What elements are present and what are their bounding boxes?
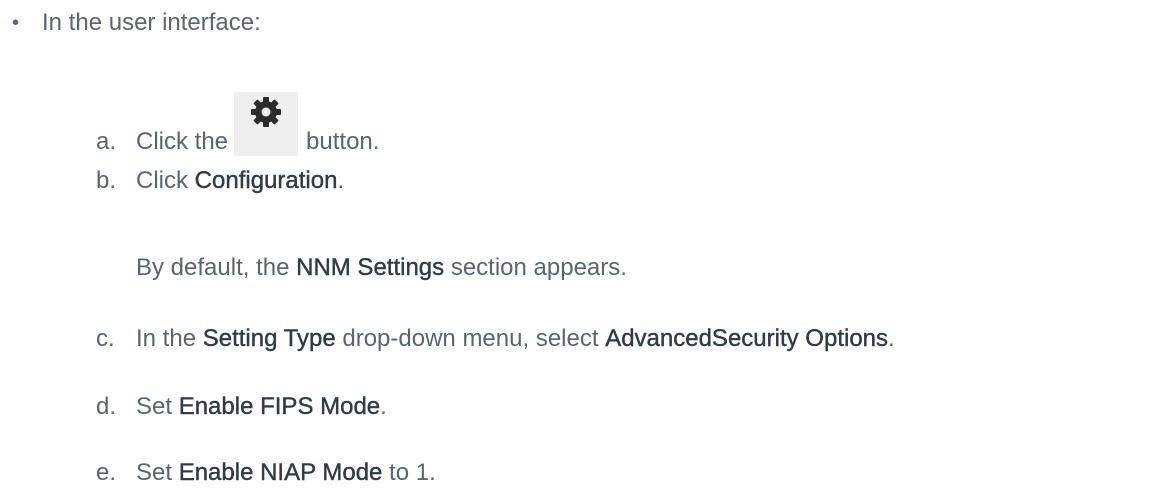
- step-text-after: to 1.: [382, 459, 436, 486]
- bullet-item: • In the user interface:: [12, 6, 261, 40]
- step-letter: e.: [96, 459, 117, 486]
- step-b-note: By default, the NNM Settings section app…: [136, 254, 627, 288]
- step-letter: b.: [96, 167, 117, 194]
- ui-term-configuration: Configuration: [194, 167, 338, 194]
- step-letter: c.: [96, 325, 115, 352]
- step-text: Click the: [136, 128, 229, 155]
- step-d: d. Set Enable FIPS Mode.: [96, 390, 387, 424]
- bullet-marker: •: [12, 11, 20, 34]
- step-letter: a.: [96, 128, 117, 155]
- step-text-middle: drop-down menu, select: [335, 325, 606, 352]
- ui-term-advanced-security-options: AdvancedSecurity Options: [605, 325, 889, 352]
- step-text: Set: [136, 393, 179, 420]
- ui-term-nnm-settings: NNM Settings: [296, 254, 445, 281]
- step-text: Click: [136, 167, 195, 194]
- step-b: b. Click Configuration .: [96, 156, 344, 206]
- gear-icon: [251, 97, 282, 127]
- step-text-after: .: [337, 167, 345, 194]
- step-text-after: .: [380, 393, 387, 420]
- note-text: By default, the: [136, 254, 297, 281]
- step-c: c. In the Setting Type drop-down menu, s…: [96, 322, 895, 356]
- ui-term-setting-type: Setting Type: [202, 325, 336, 352]
- step-text: In the: [136, 325, 203, 352]
- ui-term-enable-fips-mode: Enable FIPS Mode: [178, 393, 381, 420]
- step-a: a. Click the button.: [96, 92, 379, 156]
- step-text-after: button.: [306, 128, 380, 155]
- step-text-after: .: [888, 325, 895, 352]
- step-letter: d.: [96, 393, 117, 420]
- note-text-after: section appears.: [444, 254, 627, 281]
- settings-button-image: [234, 92, 299, 156]
- ui-term-enable-niap-mode: Enable NIAP Mode: [178, 459, 383, 486]
- step-e: e. Set Enable NIAP Mode to 1.: [96, 456, 436, 490]
- instructions-document: • In the user interface: a. Click the bu…: [0, 0, 1151, 502]
- intro-text: In the user interface:: [42, 9, 261, 36]
- step-text: Set: [136, 459, 179, 486]
